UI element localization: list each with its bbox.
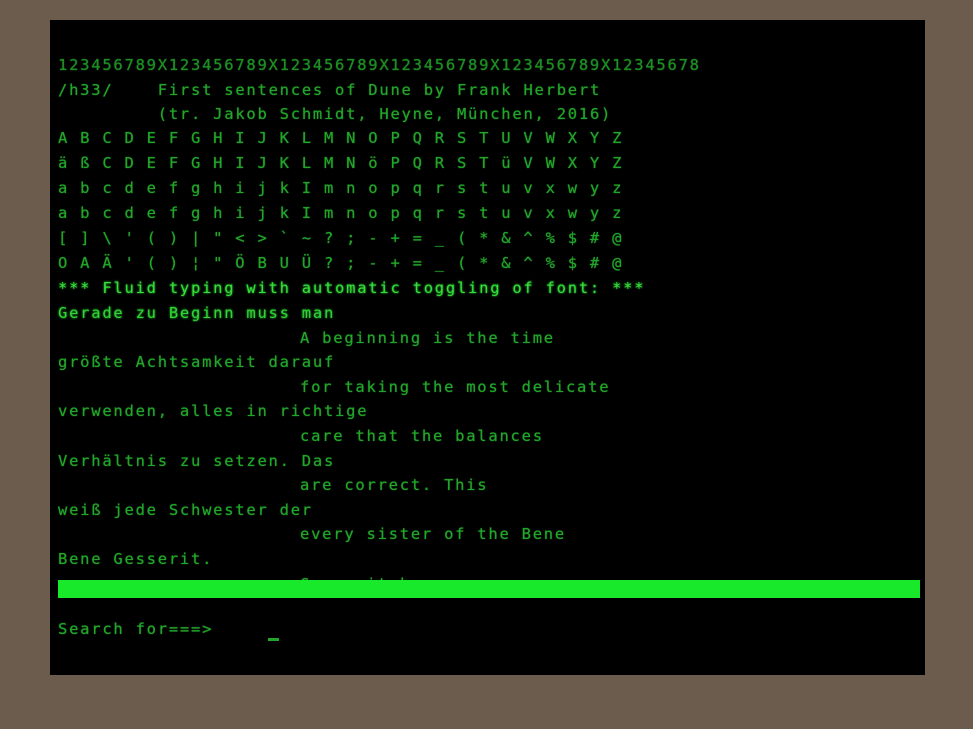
header-credit: (tr. Jakob Schmidt, Heyne, München, 2016…: [157, 105, 613, 123]
body-line: Gerade zu Beginn muss man: [58, 304, 336, 322]
charset-row-lowercase-a: a b c d e f g h i j k I m n o p q r s t …: [58, 179, 624, 197]
desktop-background: 123456789X123456789X123456789X123456789X…: [0, 0, 973, 729]
charset-row-uppercase: A B C D E F G H I J K L M N O P Q R S T …: [58, 129, 624, 147]
body-line: for taking the most delicate: [300, 377, 611, 396]
header-title: First sentences of Dune by Frank Herbert: [157, 81, 602, 99]
header-credit-line: (tr. Jakob Schmidt, Heyne, München, 2016…: [58, 102, 612, 127]
body-line: verwenden, alles in richtige: [58, 402, 369, 421]
header-gap: [113, 81, 157, 99]
search-prompt-row[interactable]: Search for===>: [58, 620, 920, 646]
search-prompt-label: Search for===>: [58, 620, 214, 638]
terminal-window[interactable]: 123456789X123456789X123456789X123456789X…: [50, 20, 925, 675]
header-title-line: /h33/ First sentences of Dune by Frank H…: [58, 78, 601, 103]
column-ruler: 123456789X123456789X123456789X123456789X…: [58, 56, 701, 74]
body-line: weiß jede Schwester der: [58, 500, 313, 519]
body-line: A beginning is the time: [300, 328, 555, 347]
terminal-screen[interactable]: 123456789X123456789X123456789X123456789X…: [50, 20, 925, 675]
charset-row-symbols-b: O A Ä ' ( ) ¦ " Ö B U Ü ? ; - + = _ ( * …: [58, 254, 624, 272]
charset-row-umlaut-upper: ä ß C D E F G H I J K L M N ö P Q R S T …: [58, 154, 624, 172]
body-line: care that the balances: [300, 427, 544, 445]
banner-line: *** Fluid typing with automatic toggling…: [58, 279, 646, 297]
body-line: Verhältnis zu setzen. Das: [58, 451, 336, 470]
body-line: every sister of the Bene: [300, 525, 566, 544]
body-line: Bene Gesserit.: [58, 550, 214, 568]
charset-row-lowercase-b: a b c d e f g h i j k I m n o p q r s t …: [58, 204, 624, 222]
credit-gap: [58, 105, 158, 123]
body-line: are correct. This: [300, 476, 489, 495]
search-input[interactable]: [263, 620, 863, 642]
header-tag: /h33/: [58, 81, 114, 99]
status-highlight-bar: [58, 580, 920, 598]
text-cursor: [268, 638, 279, 641]
body-line: größte Achtsamkeit darauf: [58, 353, 336, 372]
charset-row-symbols-a: [ ] \ ' ( ) | " < > ` ~ ? ; - + = _ ( * …: [58, 229, 624, 247]
